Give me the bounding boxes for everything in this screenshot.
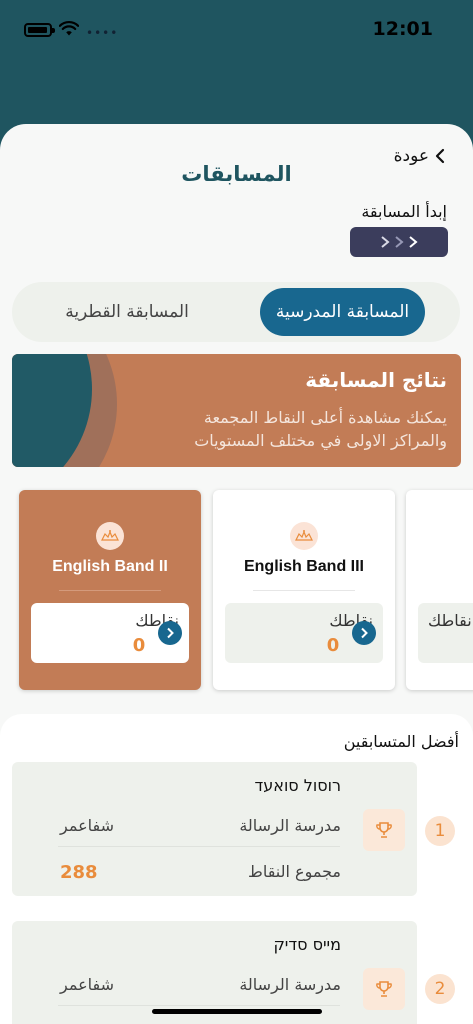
status-bar: •••• 12:01: [0, 0, 473, 60]
start-competition-button[interactable]: [350, 227, 448, 257]
battery-icon: [24, 23, 55, 37]
top-contestants-panel: أفضل المتسابقين 1 רוסול סואעד مدرسة الرس…: [0, 714, 473, 1024]
level-card[interactable]: English Band II نقاطك 0: [19, 490, 201, 690]
trophy-icon: [363, 809, 405, 851]
contestant-school: مدرسة الرسالة: [239, 816, 341, 835]
contestant-card[interactable]: רוסול סואעד مدرسة الرسالة شفاعمر مجموع ا…: [12, 762, 417, 896]
rank-badge: 2: [425, 974, 455, 1004]
chevron-right-icon: [395, 236, 404, 248]
top-contestants-title: أفضل المتسابقين: [343, 732, 459, 751]
level-cards: English Band II نقاطك 0 English Band III…: [0, 490, 473, 690]
points-box: نقاطك 0: [225, 603, 383, 663]
level-card[interactable]: English Band III نقاطك 0: [213, 490, 395, 690]
level-name: English Band II: [52, 558, 168, 575]
rank-badge: 1: [425, 816, 455, 846]
contestant-school: مدرسة الرسالة: [239, 975, 341, 994]
points-box: نقاطك: [418, 603, 473, 663]
contestant-city: شفاعمر: [60, 816, 114, 835]
level-name: English Band III: [243, 558, 364, 575]
banner-title: نتائج المسابقة: [305, 368, 447, 392]
chevron-right-icon: [167, 627, 174, 639]
level-badge-icon: [96, 522, 124, 550]
status-time: 12:01: [372, 18, 433, 40]
contestant-city: شفاعمر: [60, 975, 114, 994]
start-competition-label: إبدأ المسابقة: [361, 202, 447, 221]
level-badge-icon: [290, 522, 318, 550]
points-label: نقاطك: [428, 611, 472, 630]
total-points-value: 288: [60, 862, 98, 883]
chevron-right-icon: [381, 236, 390, 248]
open-level-button[interactable]: [158, 621, 182, 645]
level-card[interactable]: نقاطك: [406, 490, 473, 690]
divider: [58, 1005, 340, 1006]
tab-national-competition[interactable]: المسابقة القطرية: [42, 288, 212, 336]
divider: [253, 590, 355, 591]
wifi-icon: [59, 21, 79, 36]
points-box: نقاطك 0: [31, 603, 189, 663]
chevron-right-icon: [409, 236, 418, 248]
divider: [59, 590, 161, 591]
main-sheet: عودة المسابقات إبدأ المسابقة المسابقة ال…: [0, 124, 473, 1024]
points-value: 0: [132, 635, 146, 656]
tab-school-competition[interactable]: المسابقة المدرسية: [260, 288, 425, 336]
points-value: 0: [326, 635, 340, 656]
open-level-button[interactable]: [352, 621, 376, 645]
competition-tabs: المسابقة المدرسية المسابقة القطرية: [12, 282, 460, 342]
signal-dots-icon: ••••: [86, 26, 119, 40]
total-points-label: مجموع النقاط: [248, 862, 341, 881]
contestant-name: מייס סדיק: [273, 935, 341, 954]
page-title: المسابقات: [181, 162, 292, 186]
banner-description: يمكنك مشاهدة أعلى النقاط المجمعة والمراك…: [194, 408, 447, 450]
trophy-icon: [363, 968, 405, 1010]
chevron-right-icon: [361, 627, 368, 639]
results-banner[interactable]: نتائج المسابقة يمكنك مشاهدة أعلى النقاط …: [12, 354, 461, 467]
home-indicator[interactable]: [152, 1009, 322, 1014]
divider: [58, 846, 340, 847]
contestant-name: רוסול סואעד: [254, 776, 342, 795]
